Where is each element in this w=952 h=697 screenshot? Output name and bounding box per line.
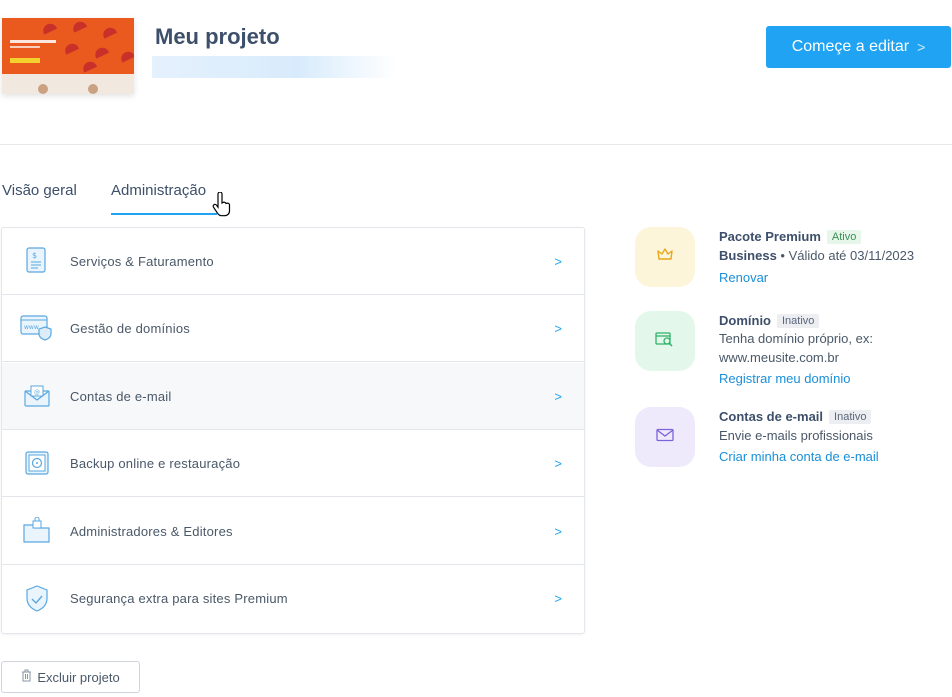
email-description: Envie e-mails profissionais: [719, 428, 873, 443]
thumbnail-decoration: [62, 41, 80, 55]
thumbnail-decoration: [40, 21, 58, 35]
bullet-separator: •: [776, 248, 789, 263]
project-url-blurred: [152, 56, 396, 78]
premium-title-text: Pacote Premium: [719, 229, 821, 244]
domain-title: Domínio Inativo: [719, 313, 820, 328]
crown-icon: [657, 247, 673, 267]
svg-text:$: $: [32, 251, 37, 260]
chevron-right-icon: >: [554, 320, 562, 336]
domain-description-line2: www.meusite.com.br: [719, 350, 839, 365]
thumbnail-text-line: [10, 40, 56, 43]
chevron-right-icon: >: [554, 253, 562, 269]
email-title: Contas de e-mail Inativo: [719, 409, 872, 424]
renew-link[interactable]: Renovar: [719, 270, 768, 285]
status-badge-inactive: Inativo: [829, 410, 872, 424]
start-editing-button[interactable]: Começe a editar >: [766, 26, 951, 68]
chevron-right-icon: >: [554, 455, 562, 471]
status-badge-inactive: Inativo: [777, 314, 820, 328]
status-badge-active: Ativo: [826, 230, 862, 244]
thumbnail-bottom-band: [2, 74, 134, 94]
premium-status-tile: [635, 227, 695, 287]
header-divider: [0, 144, 952, 145]
delete-project-label: Excluir projeto: [37, 669, 120, 685]
shield-check-icon: [20, 582, 54, 616]
chevron-right-icon: >: [554, 388, 562, 404]
hand-cursor-icon: [212, 191, 232, 224]
register-domain-link[interactable]: Registrar meu domínio: [719, 371, 851, 386]
invoice-icon: $: [20, 244, 54, 278]
www-shield-icon: www: [20, 311, 54, 345]
email-title-text: Contas de e-mail: [719, 409, 824, 424]
chevron-right-icon: >: [917, 39, 926, 55]
administration-menu: $ Serviços & Faturamento > www Gestão de…: [1, 227, 585, 634]
menu-item-label: Contas de e-mail: [70, 388, 172, 404]
delete-project-button[interactable]: Excluir projeto: [1, 661, 140, 693]
menu-item-services-billing[interactable]: $ Serviços & Faturamento >: [2, 228, 584, 295]
safe-icon: [20, 446, 54, 480]
menu-item-label: Segurança extra para sites Premium: [70, 591, 288, 606]
premium-detail: Business • Válido até 03/11/2023: [719, 248, 914, 263]
thumbnail-decoration: [100, 25, 118, 39]
start-editing-label: Começe a editar: [791, 38, 910, 55]
menu-item-label: Administradores & Editores: [70, 523, 233, 539]
menu-item-domain-management[interactable]: www Gestão de domínios >: [2, 295, 584, 362]
svg-text:@: @: [34, 389, 40, 396]
menu-item-email-accounts[interactable]: @ Contas de e-mail >: [2, 363, 584, 430]
email-envelope-icon: @: [20, 379, 54, 413]
tab-overview[interactable]: Visão geral: [2, 182, 77, 199]
thumbnail-decoration: [92, 45, 110, 59]
mail-icon: [656, 428, 674, 447]
menu-item-admins-editors[interactable]: Administradores & Editores >: [2, 498, 584, 565]
active-tab-indicator: [111, 213, 217, 215]
plan-name: Business: [719, 248, 777, 263]
chevron-right-icon: >: [554, 523, 562, 539]
thumbnail-text-line: [10, 46, 40, 48]
premium-title: Pacote Premium Ativo: [719, 229, 862, 244]
menu-item-premium-security[interactable]: Segurança extra para sites Premium >: [2, 565, 584, 632]
trash-icon: [21, 669, 32, 685]
domain-search-icon: [655, 331, 675, 352]
domain-description-line1: Tenha domínio próprio, ex:: [719, 331, 873, 346]
project-title: Meu projeto: [155, 24, 280, 49]
menu-item-label: Serviços & Faturamento: [70, 253, 214, 269]
chevron-right-icon: >: [554, 591, 562, 606]
thumbnail-decoration: [118, 49, 134, 63]
email-status-tile: [635, 407, 695, 467]
domain-status-tile: [635, 311, 695, 371]
folder-lock-icon: [20, 514, 54, 548]
svg-text:www: www: [24, 324, 39, 331]
menu-item-label: Gestão de domínios: [70, 320, 190, 336]
thumbnail-decoration: [80, 59, 98, 73]
domain-title-text: Domínio: [719, 313, 771, 328]
project-thumbnail[interactable]: [2, 18, 134, 94]
create-email-link[interactable]: Criar minha conta de e-mail: [719, 449, 879, 464]
thumbnail-avatar: [88, 84, 98, 94]
menu-item-backup-restore[interactable]: Backup online e restauração >: [2, 430, 584, 497]
thumbnail-avatar: [38, 84, 48, 94]
thumbnail-button-shape: [10, 58, 40, 63]
thumbnail-decoration: [70, 19, 88, 33]
plan-validity: Válido até 03/11/2023: [788, 248, 915, 263]
tab-administration[interactable]: Administração: [111, 182, 206, 199]
menu-item-label: Backup online e restauração: [70, 455, 241, 471]
